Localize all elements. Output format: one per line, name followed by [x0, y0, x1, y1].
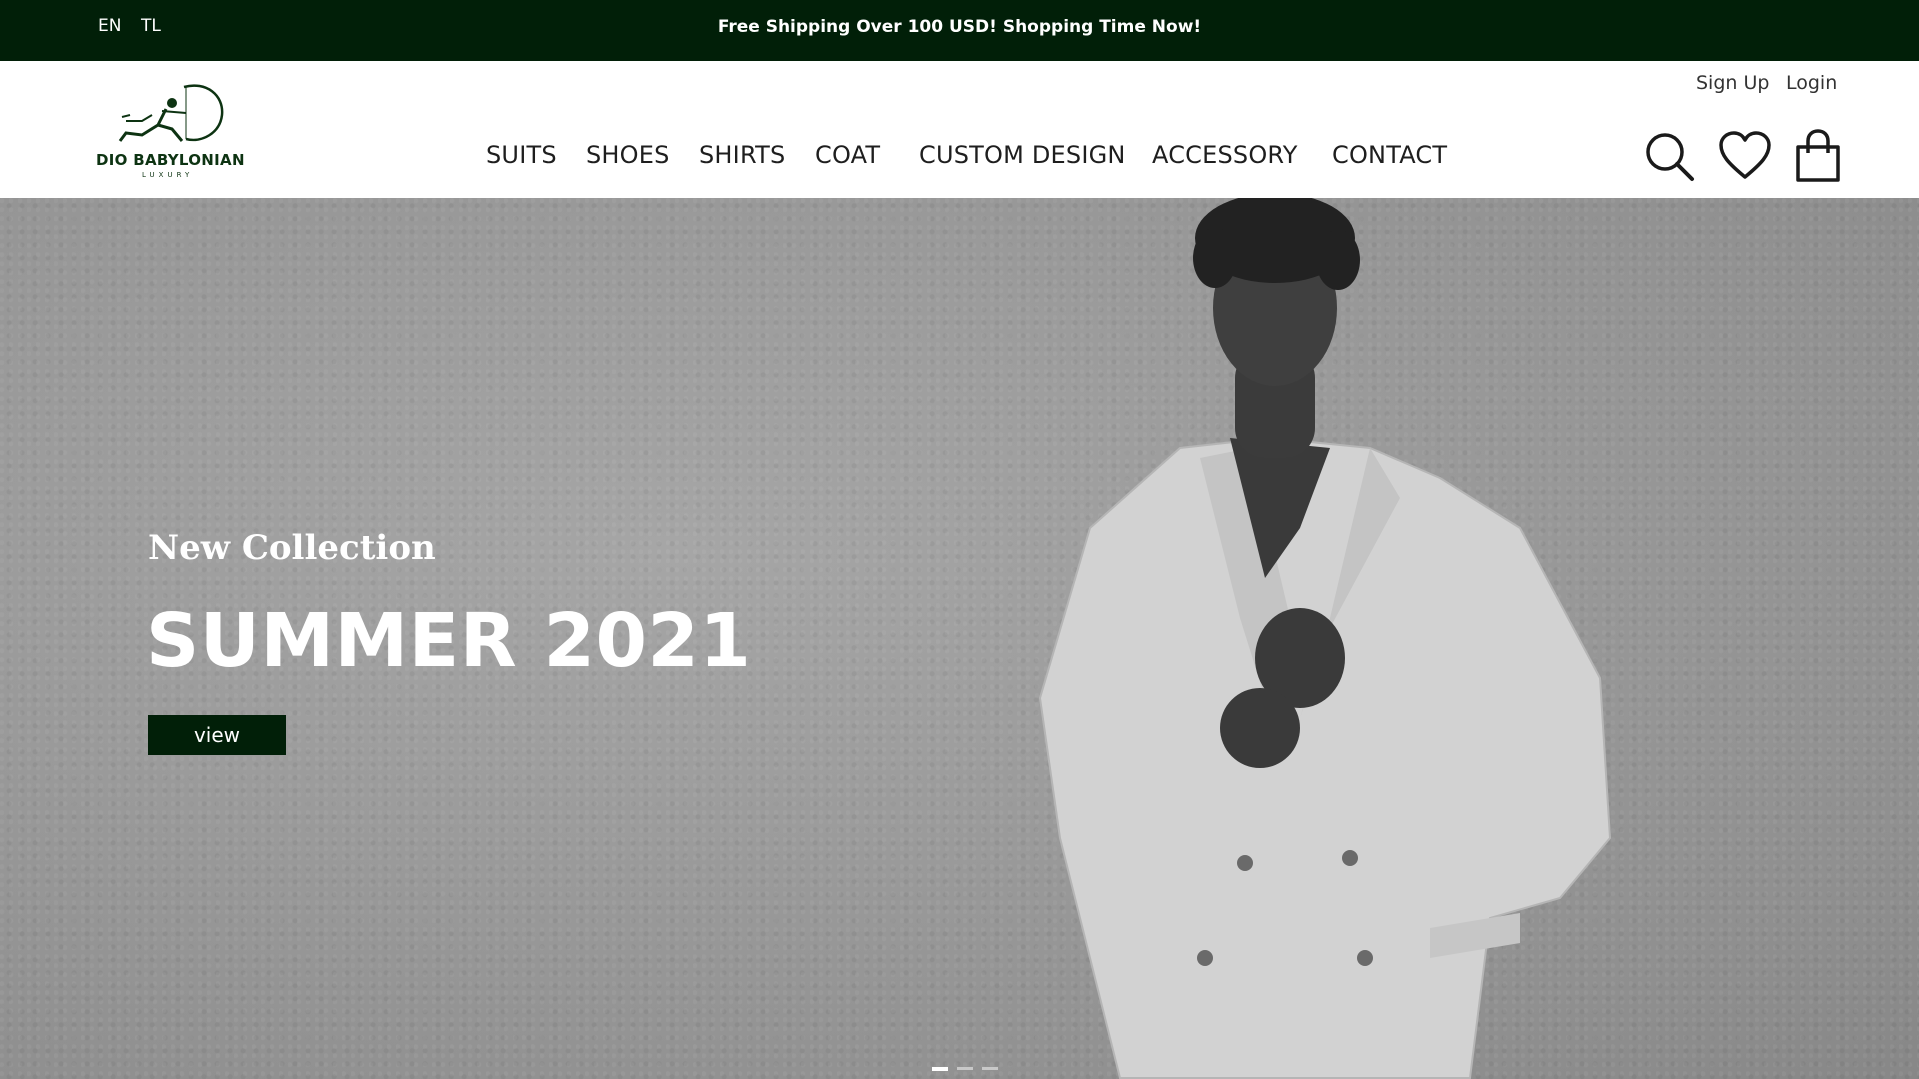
hero-banner: New Collection SUMMER 2021 view [0, 198, 1919, 1079]
shopping-bag-icon[interactable] [1794, 129, 1842, 187]
slide-dot-1[interactable] [932, 1067, 948, 1071]
announcement-bar: EN TL Free Shipping Over 100 USD! Shoppi… [0, 0, 1919, 61]
nav-coat[interactable]: COAT [815, 141, 880, 169]
nav-custom-design[interactable]: CUSTOM DESIGN [919, 141, 1126, 169]
hero-title: SUMMER 2021 [146, 598, 752, 684]
search-icon[interactable] [1644, 131, 1696, 187]
brand-logo[interactable]: DIO BABYLONIAN LUXURY [96, 81, 256, 187]
heart-icon[interactable] [1718, 131, 1772, 185]
signup-link[interactable]: Sign Up [1696, 72, 1769, 94]
nav-contact[interactable]: CONTACT [1332, 141, 1447, 169]
logo-text: DIO BABYLONIAN [96, 151, 245, 169]
site-header: DIO BABYLONIAN LUXURY Sign Up Login SUIT… [0, 61, 1919, 198]
slider-dots [932, 1067, 998, 1071]
model-image [1038, 198, 1612, 1079]
logo-subtitle: LUXURY [142, 171, 194, 179]
nav-accessory[interactable]: ACCESSORY [1152, 141, 1298, 169]
login-link[interactable]: Login [1786, 72, 1837, 94]
slide-dot-2[interactable] [957, 1067, 973, 1070]
promo-text: Free Shipping Over 100 USD! Shopping Tim… [717, 17, 1202, 37]
nav-shirts[interactable]: SHIRTS [699, 141, 785, 169]
nav-shoes[interactable]: SHOES [586, 141, 670, 169]
slide-dot-3[interactable] [982, 1067, 998, 1070]
archer-logo-icon [118, 84, 224, 142]
nav-suits[interactable]: SUITS [486, 141, 557, 169]
view-button[interactable]: view [148, 715, 286, 755]
hero-eyebrow: New Collection [148, 528, 436, 568]
